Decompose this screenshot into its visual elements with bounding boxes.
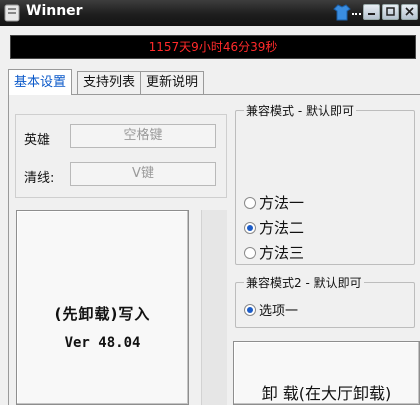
hero-key-field[interactable]: 空格键 [70,124,216,148]
clear-key-field[interactable]: V键 [70,162,216,186]
option-1-radio[interactable]: 选项一 [244,300,298,319]
close-icon [405,7,414,16]
menu-dots-icon[interactable] [352,13,361,16]
method-2-radio[interactable]: 方法二 [244,217,304,238]
clear-key-label: 清线: [24,171,55,186]
method-2-label: 方法二 [259,219,305,237]
minimize-icon [368,13,375,15]
inject-button-label: (先卸载)写入 [54,305,151,323]
title-bar: Winner [0,0,420,26]
unload-button-label: 卸 载(在大厅卸载) [261,384,392,403]
radio-indicator [244,196,256,209]
minimize-button[interactable] [363,4,380,20]
compat-mode-title: 兼容模式 - 默认即可 [244,102,356,119]
shirt-icon[interactable] [332,2,352,22]
window-title: Winner [26,3,83,19]
radio-indicator [244,246,256,259]
maximize-icon [386,7,395,16]
app-icon [4,4,20,22]
radio-indicator [244,303,256,316]
radio-indicator [244,221,256,234]
option-1-label: 选项一 [259,304,299,319]
compat-mode-2-title: 兼容模式2 - 默认即可 [244,274,364,291]
method-3-label: 方法三 [259,244,305,262]
version-label: Ver 48.04 [64,335,141,351]
inject-button[interactable]: (先卸载)写入 Ver 48.04 [16,210,189,405]
method-1-radio[interactable]: 方法一 [244,192,304,213]
unload-button[interactable]: 卸 载(在大厅卸载) [233,341,420,405]
method-3-radio[interactable]: 方法三 [244,242,304,263]
hero-key-label: 英雄 [24,133,51,148]
method-1-label: 方法一 [259,194,305,212]
tab-changelog[interactable]: 更新说明 [140,71,205,94]
remaining-time-display: 1157天9小时46分39秒 [10,35,416,59]
tab-basic-settings[interactable]: 基本设置 [8,69,73,95]
splitter [201,210,227,405]
maximize-button[interactable] [382,4,399,20]
close-button[interactable] [401,4,418,20]
tab-support-list[interactable]: 支持列表 [77,71,142,94]
